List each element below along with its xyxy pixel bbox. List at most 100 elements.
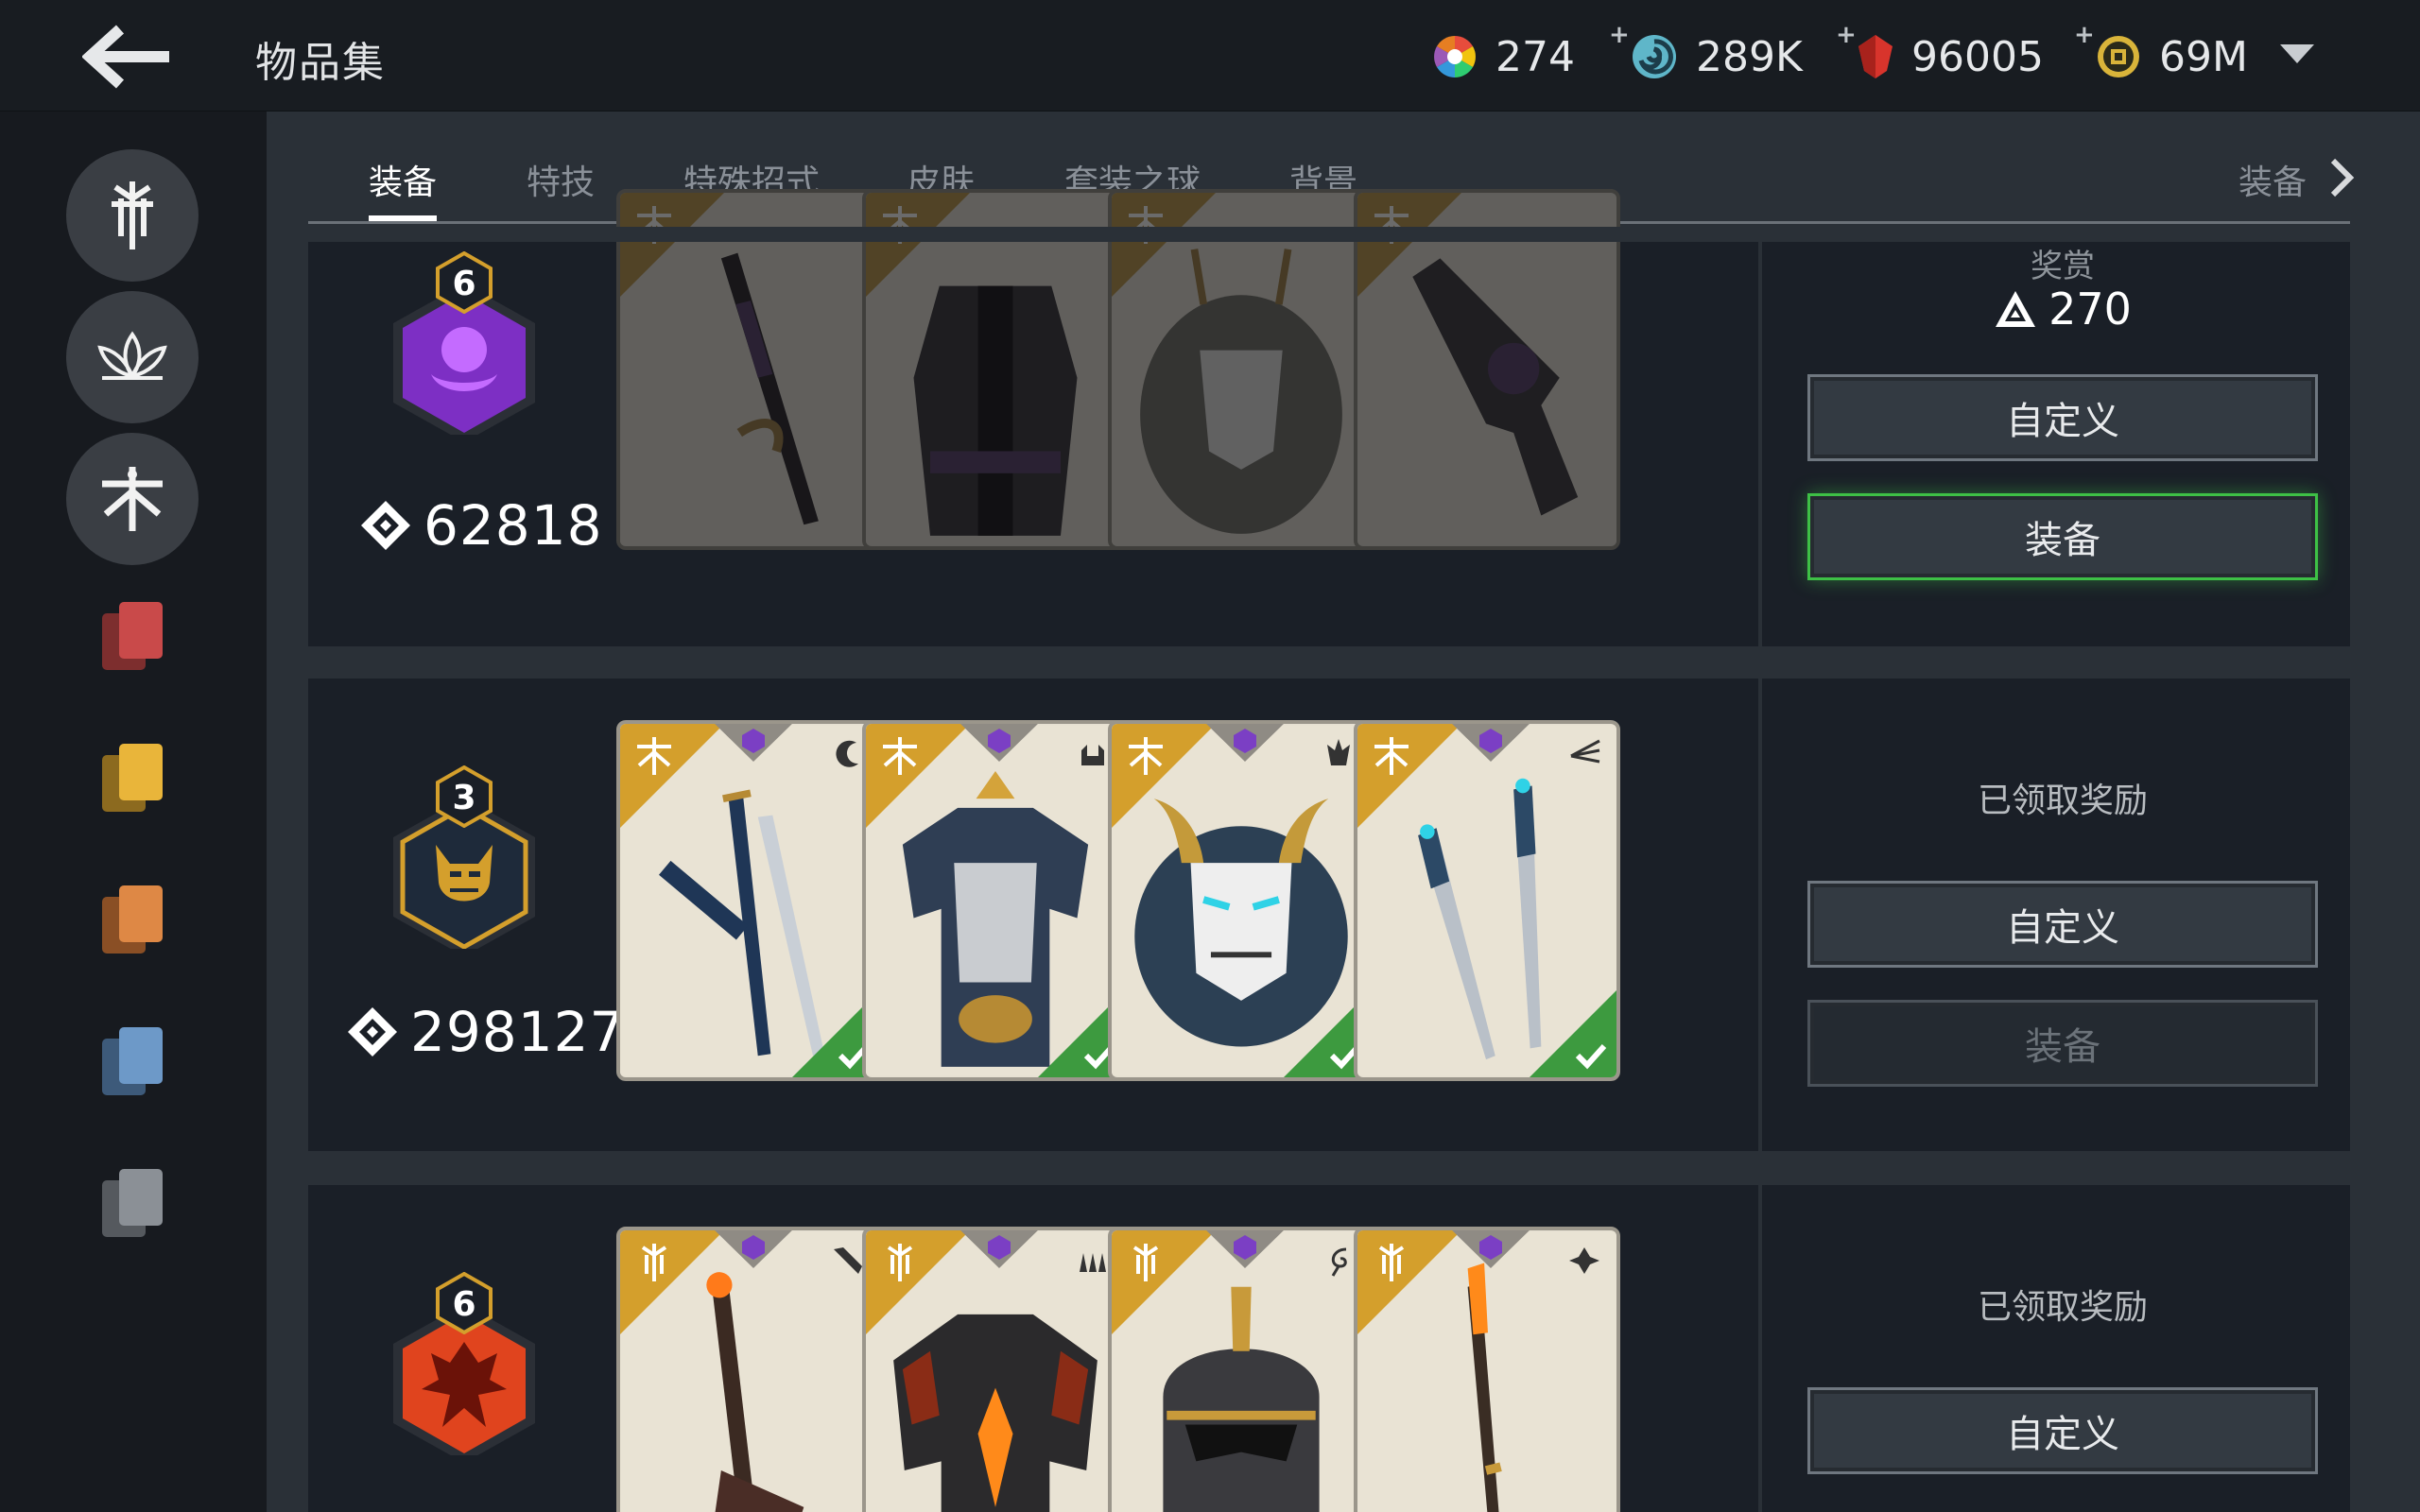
red-crystal-icon [1858,35,1893,78]
spear-card[interactable] [1354,1227,1620,1512]
armor-card[interactable] [862,720,1129,1081]
set-row: 6 已领取奖励 自定义 [308,1185,2350,1512]
flame-blade-card[interactable] [616,1227,883,1512]
renown-diamond-icon [361,501,410,550]
currency-orb[interactable]: + 289K [1609,21,1803,87]
back-button[interactable] [76,19,180,94]
top-bar: 物品集 274 + 289K + 96005 + 69M [0,0,2420,112]
currency-value: 274 [1495,32,1575,81]
swirl-ornament-icon [1331,1247,1347,1277]
yellow-deck-icon[interactable] [100,740,166,816]
purple-gem-icon [1234,729,1256,753]
faction-button-wu-lin[interactable] [66,291,199,423]
set-row: 6 62818 奖赏 270 自定义 装备 [308,189,2350,646]
page-title: 物品集 [255,39,386,87]
samurai-faction-icon [102,467,163,531]
add-currency-plus[interactable]: + [1609,21,1630,49]
axe-blade-icon [834,1247,862,1274]
purple-gem-icon [988,729,1011,753]
chest-slot-icon [1081,745,1104,765]
mail-slot-icon [1080,1253,1106,1272]
faction-sidebar [0,112,267,1512]
purple-gem-icon [742,1235,765,1260]
checkmark-icon [1575,1043,1607,1070]
purple-gem-icon [742,729,765,753]
row-divider [1758,1185,1762,1512]
chevron-right-icon[interactable] [2327,157,2356,198]
equip-button-disabled[interactable]: 装备 [1807,1000,2318,1087]
customize-button[interactable]: 自定义 [1807,1387,2318,1474]
sword-card[interactable] [616,189,883,550]
tab-gear[interactable]: 装备 [369,155,437,204]
purple-gem-icon [1479,729,1502,753]
knight-faction-icon [1378,1244,1405,1281]
oni-mask-card[interactable] [1108,720,1374,1081]
currency-coin[interactable]: + 69M [2074,21,2248,87]
purple-gem-icon [1234,1235,1256,1260]
set-score-value: 298127 [410,1000,626,1064]
set-level: 3 [452,779,476,817]
set-score-value: 62818 [424,493,603,558]
steel-triangle-icon [1996,291,2036,327]
knight-faction-icon [1132,1244,1159,1281]
currency-value: 69M [2159,32,2248,81]
back-arrow-icon [82,25,169,89]
currency-crystal[interactable]: + 96005 [1836,21,2044,87]
gray-deck-icon[interactable] [100,1165,166,1241]
swirl-orb-icon [1633,35,1676,78]
katana-card[interactable] [616,720,883,1081]
chevron-down-icon [2280,44,2314,63]
daggers-card[interactable] [1354,720,1620,1081]
renown-diamond-icon [348,1007,397,1057]
faction-button-samurai[interactable] [66,433,199,565]
samurai-faction-icon [637,737,671,775]
blue-deck-icon[interactable] [100,1023,166,1099]
set-score: 62818 [359,493,603,558]
reward-claimed-status: 已领取奖励 [1977,782,2148,820]
customize-button[interactable]: 自定义 [1807,881,2318,968]
tab-feats[interactable]: 特技 [527,155,595,204]
color-wheel-icon [1434,36,1476,77]
set-level: 6 [452,265,476,303]
set-score: 298127 [346,1000,625,1064]
knight-faction-icon [641,1244,667,1281]
currency-dropdown-button[interactable] [2273,36,2321,74]
reward-claimed-status: 已领取奖励 [1977,1288,2148,1327]
helmet-card[interactable] [1108,1227,1374,1512]
knight-faction-icon [887,1244,913,1281]
customize-button[interactable]: 自定义 [1807,374,2318,461]
reward-amount-value: 270 [2048,284,2132,335]
faction-button-knight[interactable] [66,149,199,282]
pommel-icon [1569,1247,1599,1274]
add-currency-plus[interactable]: + [2074,21,2095,49]
orange-deck-icon[interactable] [100,882,166,957]
tab-overflow-label[interactable]: 装备 [2238,155,2307,204]
helm-ornament-icon [1327,739,1350,765]
red-deck-icon[interactable] [100,598,166,674]
add-currency-plus[interactable]: + [1836,21,1857,49]
claw-icon [1570,739,1600,764]
purple-gem-icon [1479,1235,1502,1260]
gold-coin-icon [2098,36,2139,77]
reward-amount: 270 [1807,284,2318,335]
row-divider [1758,227,1762,646]
currency-rainbow[interactable]: 274 [1431,26,1575,87]
crescent-icon [836,740,858,767]
set-badge: 6 [384,251,544,435]
samurai-faction-icon [883,737,917,775]
revolver-card[interactable] [1354,189,1620,550]
lava-armor-card[interactable] [862,1227,1129,1512]
currency-value: 289K [1696,32,1803,81]
reward-label: 奖赏 [2031,248,2095,285]
active-tab-indicator [369,215,437,221]
set-row: 3 298127 已领取奖励 自定义 装备 [308,679,2350,1151]
knight-faction-icon [112,181,153,249]
mask-card[interactable] [1108,189,1374,550]
samurai-faction-icon [1129,737,1163,775]
purple-gem-icon [988,1235,1011,1260]
currency-value: 96005 [1911,32,2044,81]
equip-button[interactable]: 装备 [1807,493,2318,580]
lotus-faction-icon [97,331,167,380]
set-badge: 3 [384,765,544,949]
outfit-card[interactable] [862,189,1129,550]
